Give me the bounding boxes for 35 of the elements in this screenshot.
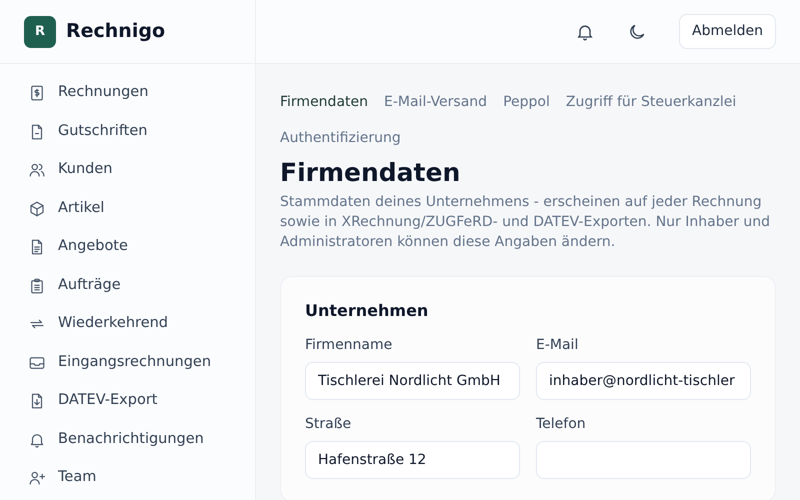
field-label: Telefon xyxy=(536,415,587,434)
sidebar-item[interactable]: Artikel xyxy=(28,190,255,228)
section-title: Unternehmen xyxy=(305,300,430,322)
users-icon xyxy=(28,161,46,180)
sidebar-item[interactable]: Gutschriften xyxy=(28,112,255,151)
receipt-icon xyxy=(28,84,46,102)
settings-tab[interactable]: Peppol xyxy=(503,84,550,120)
app-logo: R xyxy=(24,16,56,48)
logout-button[interactable]: Abmelden xyxy=(679,14,776,49)
app-name: Rechnigo xyxy=(66,19,165,44)
sidebar-item[interactable]: Benachrichtigungen xyxy=(28,420,255,459)
page-title: Firmendaten xyxy=(280,158,462,188)
field-label: E-Mail xyxy=(536,336,580,355)
input-field[interactable]: inhaber@nordlicht-tischler xyxy=(536,362,751,400)
field-label: Firmenname xyxy=(305,336,394,355)
input-field[interactable]: Hafenstraße 12 xyxy=(305,441,520,479)
input-field[interactable]: Tischlerei Nordlicht GmbH xyxy=(305,362,520,400)
clipboard-icon xyxy=(28,276,46,295)
cube-icon xyxy=(28,200,46,218)
sidebar-item[interactable]: Team xyxy=(28,459,255,498)
sidebar-item[interactable]: Rechnungen xyxy=(28,74,255,112)
sidebar-item[interactable]: Eingangsrechnungen xyxy=(28,344,255,382)
sidebar-item[interactable]: Wiederkehrend xyxy=(28,305,255,344)
settings-tab[interactable]: Authentifizierung xyxy=(280,120,401,156)
sidebar-item[interactable]: Aufträge xyxy=(28,266,255,305)
sidebar-item[interactable]: Angebote xyxy=(28,228,255,266)
settings-tab[interactable]: E-Mail-Versand xyxy=(384,84,488,120)
settings-tab[interactable]: Firmendaten xyxy=(280,84,368,120)
sidebar-item[interactable]: DATEV-Export xyxy=(28,382,255,420)
page-description: Stammdaten deines Unternehmens - erscheinen auf jeder Rechnung sowie in XRechnung/ZUGFeRD- und DATEV-Exporten. Nur Inhaber und Administratoren können diese Angaben ändern. xyxy=(280,193,772,252)
field-label: Straße xyxy=(305,415,352,434)
sidebar-item[interactable]: Kunden xyxy=(28,151,255,190)
input-field[interactable] xyxy=(536,441,751,479)
user-plus-icon xyxy=(28,469,46,488)
settings-tab[interactable]: Zugriff für Steuerkanzlei xyxy=(566,84,736,120)
